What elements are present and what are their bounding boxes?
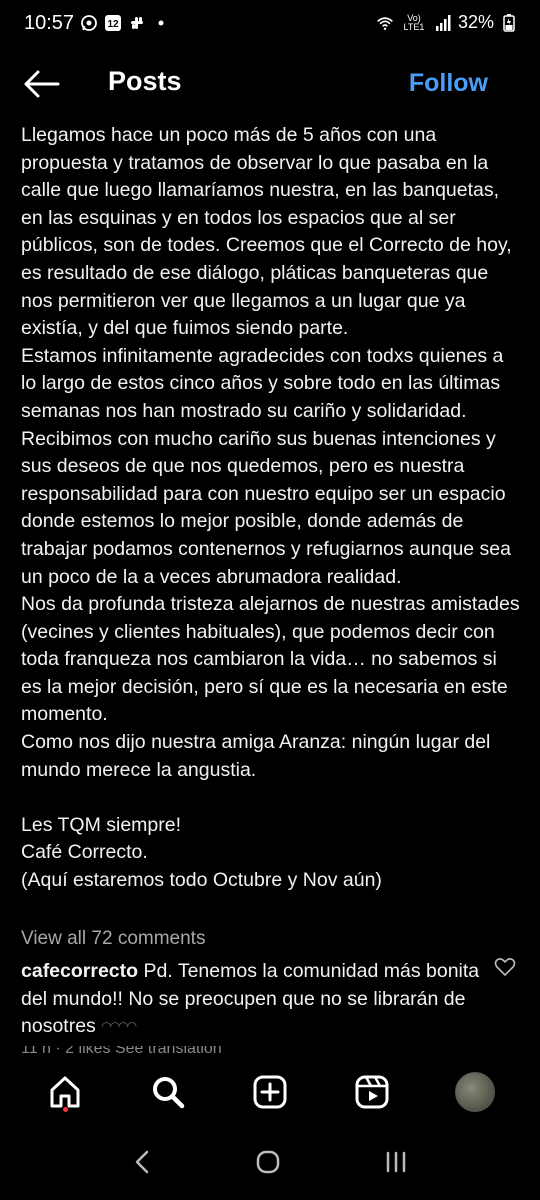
page-header: Posts Follow [0, 56, 540, 112]
whatsapp-icon [80, 14, 98, 32]
status-right-group: Vo) LTE1 32% [376, 12, 518, 33]
view-all-comments-link[interactable]: View all 72 comments [21, 928, 205, 950]
search-icon [152, 1077, 184, 1109]
back-button[interactable] [20, 66, 64, 102]
system-recents-button[interactable] [382, 1148, 410, 1181]
system-home-button[interactable] [254, 1148, 282, 1181]
network-type-label: Vo) LTE1 [403, 12, 425, 32]
more-notifications-dot-icon [152, 14, 170, 32]
status-notification-icons: 12 [80, 14, 170, 32]
caption-paragraph: Les TQM siempre! [21, 813, 182, 836]
battery-charging-icon [500, 13, 518, 32]
page-title: Posts [108, 66, 182, 96]
caption-paragraph: (Aquí estaremos todo Octubre y Nov aún) [21, 869, 382, 892]
comment-item: cafecorrecto Pd. Tenemos la comunidad má… [21, 958, 481, 1041]
caption-paragraph: Como nos dijo nuestra amiga Aranza: ning… [21, 731, 496, 781]
profile-avatar [454, 1072, 495, 1112]
home-circle-icon [256, 1150, 280, 1173]
notification-dot [63, 1107, 69, 1112]
caption-paragraph: Nos da profunda tristeza alejarnos de nu… [21, 593, 526, 726]
nav-create[interactable] [244, 1066, 296, 1118]
recents-icon [386, 1151, 406, 1172]
home-icon [50, 1076, 80, 1108]
post-caption: Llegamos hace un poco más de 5 años con … [21, 122, 521, 895]
slack-icon [128, 14, 146, 32]
bottom-navigation [0, 1056, 540, 1128]
back-arrow-icon [24, 70, 60, 98]
like-comment-heart-icon[interactable] [494, 956, 516, 978]
system-navigation-bar [0, 1128, 540, 1200]
battery-percent: 32% [457, 12, 494, 32]
system-back-button[interactable] [130, 1148, 154, 1181]
caption-blank-line [21, 784, 521, 812]
calendar-badge-icon: 12 [104, 14, 122, 32]
nav-search[interactable] [142, 1066, 194, 1118]
reels-icon [355, 1075, 389, 1109]
emoji-icons: ◠◠◠◠ [101, 1019, 137, 1034]
caption-paragraph: Llegamos hace un poco más de 5 años con … [21, 124, 518, 340]
caption-paragraph: Café Correcto. [21, 841, 148, 864]
notif-badge-text: 12 [107, 19, 119, 30]
status-bar: 10:57 12 Vo) LTE1 32% [0, 0, 540, 50]
wifi-icon [376, 14, 394, 32]
chevron-left-icon [135, 1150, 149, 1173]
nav-reels[interactable] [346, 1066, 398, 1118]
nav-profile[interactable] [449, 1066, 501, 1118]
nav-home[interactable] [39, 1066, 91, 1118]
signal-icon [434, 14, 452, 32]
status-time: 10:57 [24, 12, 75, 34]
comment-username[interactable]: cafecorrecto [21, 960, 138, 982]
follow-button[interactable]: Follow [409, 69, 488, 98]
caption-paragraph: Estamos infinitamente agradecides con to… [21, 344, 517, 588]
create-post-icon [253, 1075, 287, 1109]
